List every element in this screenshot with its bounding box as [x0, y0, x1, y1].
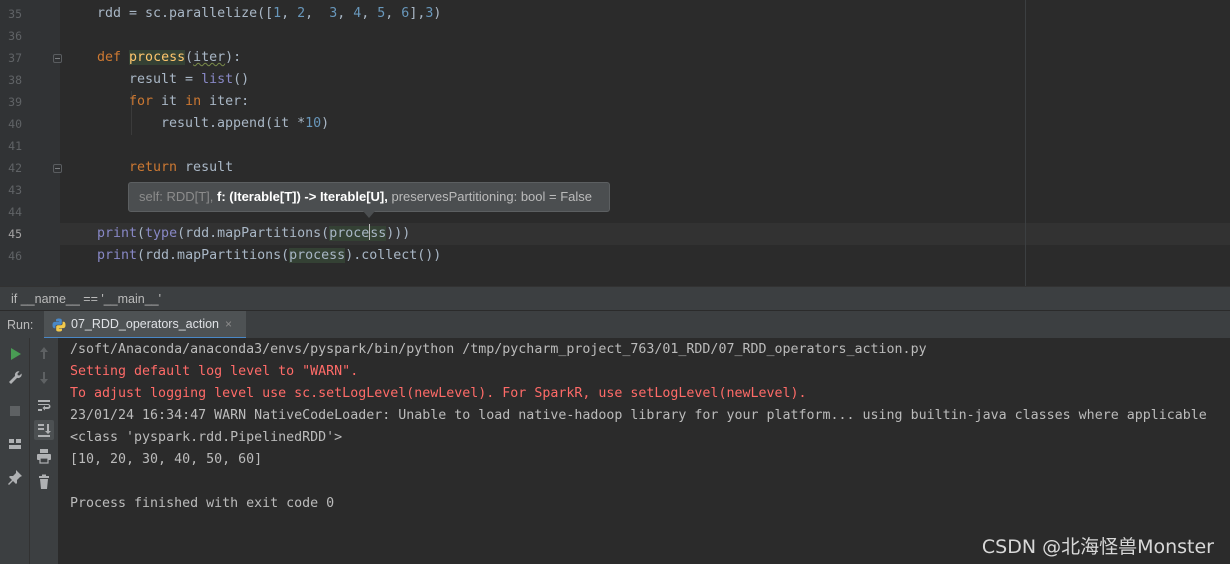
watermark: CSDN @北海怪兽Monster — [981, 536, 1214, 558]
run-primary-toolbar — [0, 338, 30, 564]
run-tab[interactable]: 07_RDD_operators_action × — [44, 311, 246, 339]
code-editor[interactable]: 35 36 37 38 39 40 41 42 43 44 45 46 rdd … — [0, 0, 1230, 286]
line-number: 41 — [8, 139, 22, 153]
layout-icon[interactable] — [5, 434, 25, 454]
line-number: 36 — [8, 29, 22, 43]
console-line-stderr: To adjust logging level use sc.setLogLev… — [70, 386, 807, 401]
line-number: 37 — [8, 51, 22, 65]
tooltip-param-f: f: (Iterable[T]) -> Iterable[U], — [217, 189, 388, 204]
console-line: Process finished with exit code 0 — [70, 496, 335, 511]
trash-icon[interactable] — [34, 472, 54, 492]
run-tab-title: 07_RDD_operators_action — [71, 317, 220, 331]
scroll-to-end-icon[interactable] — [34, 420, 54, 440]
code-line-45[interactable]: print(type(rdd.mapPartitions(process))) — [97, 223, 410, 245]
code-line-46[interactable]: print(rdd.mapPartitions(process).collect… — [97, 245, 441, 267]
run-console-output[interactable]: /soft/Anaconda/anaconda3/envs/pyspark/bi… — [59, 338, 1230, 564]
soft-wrap-icon[interactable] — [34, 395, 54, 415]
console-line-stderr: Setting default log level to "WARN". — [70, 364, 359, 379]
line-number: 39 — [8, 95, 22, 109]
code-line-42[interactable]: return result — [129, 157, 233, 179]
play-icon[interactable] — [5, 344, 25, 364]
print-icon[interactable] — [34, 446, 54, 466]
arrow-up-icon[interactable] — [34, 343, 54, 363]
tooltip-arrow — [363, 211, 375, 218]
code-line-35[interactable]: rdd = sc.parallelize([1, 2, 3, 4, 5, 6],… — [97, 3, 441, 25]
code-line-40[interactable]: result.append(it *10) — [161, 113, 329, 135]
fold-collapse-icon[interactable] — [53, 54, 62, 63]
python-icon — [52, 318, 66, 332]
line-number: 44 — [8, 205, 22, 219]
console-line: <class 'pyspark.rdd.PipelinedRDD'> — [70, 430, 343, 445]
line-number-active: 45 — [8, 227, 22, 241]
line-number: 46 — [8, 249, 22, 263]
close-icon[interactable]: × — [225, 311, 232, 338]
run-tool-window-header: Run: 07_RDD_operators_action × — [0, 310, 1230, 339]
console-line: [10, 20, 30, 40, 50, 60] — [70, 452, 263, 467]
breadcrumb[interactable]: if __name__ == '__main__' — [0, 286, 1230, 310]
code-line-38[interactable]: result = list() — [129, 69, 249, 91]
tooltip-param-self: self: RDD[T], — [139, 189, 214, 204]
pin-icon[interactable] — [5, 467, 25, 487]
code-line-37[interactable]: def process(iter): — [97, 47, 241, 69]
wrench-icon[interactable] — [5, 368, 25, 388]
line-number: 43 — [8, 183, 22, 197]
run-secondary-toolbar — [30, 338, 59, 564]
run-label: Run: — [7, 318, 34, 332]
line-number: 38 — [8, 73, 22, 87]
console-line: /soft/Anaconda/anaconda3/envs/pyspark/bi… — [70, 342, 927, 357]
fold-collapse-icon[interactable] — [53, 164, 62, 173]
arrow-down-icon[interactable] — [34, 368, 54, 388]
right-margin-guide — [1025, 0, 1026, 286]
editor-gutter: 35 36 37 38 39 40 41 42 43 44 45 46 — [0, 0, 62, 286]
line-number: 42 — [8, 161, 22, 175]
code-line-39[interactable]: for it in iter: — [129, 91, 249, 113]
breadcrumb-item[interactable]: if __name__ == '__main__' — [11, 287, 161, 311]
parameter-info-tooltip: self: RDD[T], f: (Iterable[T]) -> Iterab… — [128, 182, 610, 212]
line-number: 40 — [8, 117, 22, 131]
tooltip-param-rest: preservesPartitioning: bool = False — [391, 189, 593, 204]
console-line: 23/01/24 16:34:47 WARN NativeCodeLoader:… — [70, 408, 1207, 423]
stop-icon[interactable] — [5, 401, 25, 421]
line-number: 35 — [8, 7, 22, 21]
